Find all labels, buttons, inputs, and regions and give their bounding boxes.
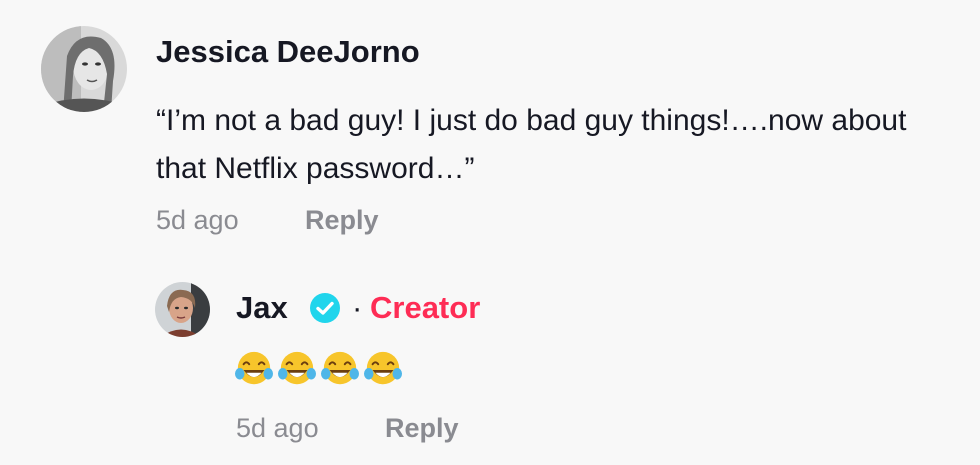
user-avatar-icon[interactable] <box>41 26 127 112</box>
comment-username[interactable]: Jessica DeeJorno <box>156 34 420 70</box>
creator-badge: Creator <box>370 290 481 325</box>
reply-text <box>235 350 402 390</box>
comment-text: “I’m not a bad guy! I just do bad guy th… <box>156 104 907 185</box>
face-with-tears-of-joy-icon <box>321 351 359 385</box>
comment-thread: Jessica DeeJorno “I’m not a bad guy! I j… <box>0 0 980 465</box>
separator-dot: · <box>352 290 363 325</box>
comment-timestamp: 5d ago <box>156 205 239 235</box>
reply-button[interactable]: Reply <box>305 205 379 236</box>
face-with-tears-of-joy-icon <box>235 351 273 385</box>
user-avatar-icon[interactable] <box>155 282 210 337</box>
reply-timestamp: 5d ago <box>236 413 319 443</box>
reply-button[interactable]: Reply <box>385 413 459 444</box>
reply-username[interactable]: Jax <box>236 290 288 326</box>
face-with-tears-of-joy-icon <box>364 351 402 385</box>
verified-check-icon <box>310 293 340 323</box>
face-with-tears-of-joy-icon <box>278 351 316 385</box>
